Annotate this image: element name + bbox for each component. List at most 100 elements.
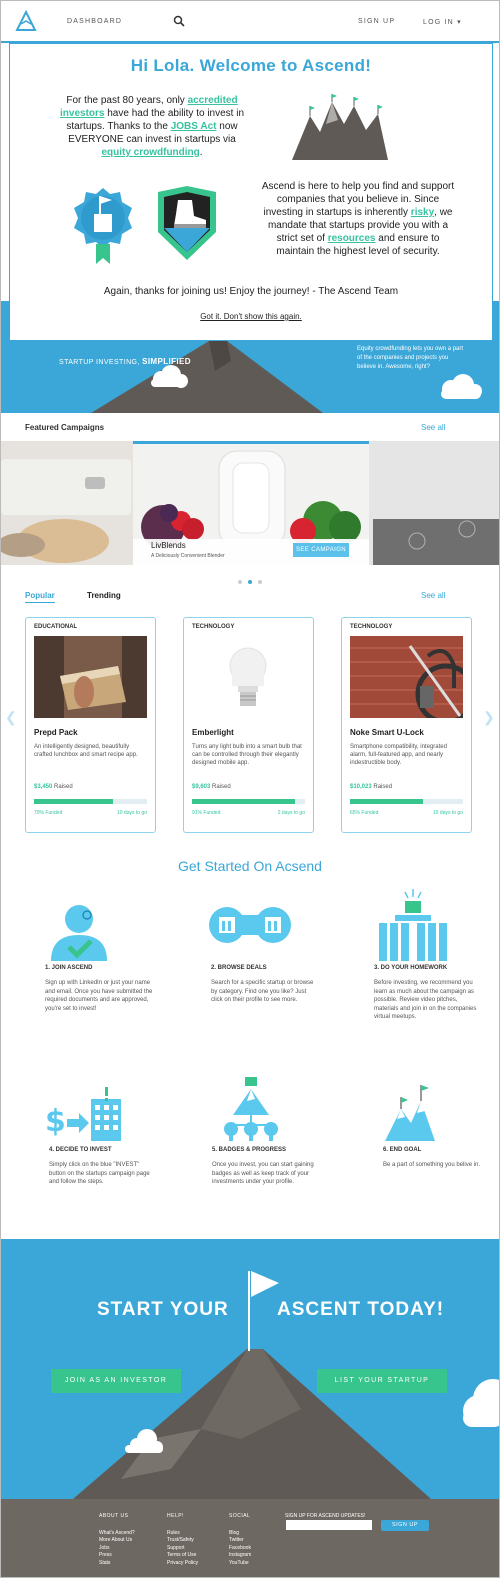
modal-mission-text: Ascend is here to help you find and supp… (261, 181, 455, 257)
card-image (34, 636, 147, 718)
dismiss-modal-link[interactable]: Got it. Don't show this again. (10, 312, 492, 321)
step-heading: 3. DO YOUR HOMEWORK (374, 965, 448, 971)
campaign-card[interactable]: TECHNOLOGY Emberlight Turns any light bu… (183, 617, 314, 833)
funding-progress-fill (34, 799, 114, 804)
hero-description: Equity crowdfunding lets you own a part … (357, 346, 464, 370)
footer-link[interactable]: Blog (229, 1530, 251, 1538)
svg-text:$: $ (45, 1104, 66, 1139)
search-icon[interactable] (173, 14, 185, 32)
books-icon (379, 889, 447, 961)
footer-link[interactable]: Trust/Safety (167, 1537, 198, 1545)
footer-link[interactable]: More About Us (99, 1537, 135, 1545)
welcome-modal: Hi Lola. Welcome to Ascend! For the past… (9, 43, 493, 341)
footer-link[interactable]: Support (167, 1545, 198, 1553)
user-check-icon (51, 905, 107, 961)
newsletter-sign-up-button[interactable]: SIGN UP (381, 1520, 429, 1531)
footer-link[interactable]: Twitter (229, 1537, 251, 1545)
risky-link[interactable]: risky (411, 207, 434, 218)
funding-progress-bar (350, 799, 463, 804)
cta-heading-left: START YOUR (97, 1299, 229, 1320)
footer-link[interactable]: Instagram (229, 1552, 251, 1560)
campaign-card[interactable]: TECHNOLOGY Noke Smart U-Lock Smartphone … (341, 617, 472, 833)
card-category: TECHNOLOGY (350, 624, 393, 630)
tab-popular[interactable]: Popular (25, 591, 55, 603)
see-campaign-button[interactable]: SEE CAMPAIGN (293, 543, 349, 557)
footer-heading: HELP! (167, 1513, 184, 1519)
equity-crowdfunding-link[interactable]: equity crowdfunding (101, 147, 199, 158)
days-left: 15 days to go (432, 810, 463, 816)
carousel-dot[interactable] (258, 580, 262, 584)
carousel-dot[interactable] (238, 580, 242, 584)
jobs-act-link[interactable]: JOBS Act (171, 121, 217, 132)
modal-title: Hi Lola. Welcome to Ascend! (130, 56, 372, 75)
newsletter-email-input[interactable] (286, 1520, 372, 1530)
step-decide: 4. DECIDE TO INVEST Simply click on the … (49, 1147, 157, 1187)
modal-thanks: Again, thanks for joining us! Enjoy the … (103, 286, 399, 297)
footer-heading: ABOUT US (99, 1513, 129, 1519)
slide-name: LivBlends (151, 541, 186, 550)
list-startup-button[interactable]: LIST YOUR STARTUP (317, 1369, 447, 1393)
slide-subtitle: A Deliciously Convenient Blender (151, 553, 225, 559)
log-in-dropdown[interactable]: LOG IN ▾ (423, 18, 462, 26)
campaign-card[interactable]: EDUCATIONAL Prepd Pack An intelligently … (25, 617, 156, 833)
dollar-building-icon: $ (45, 1087, 121, 1141)
footer-help: HELP! Rules Trust/Safety Support Terms o… (167, 1513, 198, 1567)
step-heading: 4. DECIDE TO INVEST (49, 1147, 112, 1153)
funding-progress-fill (350, 799, 424, 804)
footer: ABOUT US What's Ascend? More About Us Jo… (1, 1499, 499, 1577)
step-description: Once you invest, you can start gaining b… (212, 1162, 314, 1185)
funding-progress-bar (34, 799, 147, 804)
funding-progress-bar (192, 799, 305, 804)
flag-badge-icon (74, 188, 132, 264)
get-started-title: Get Started On Acsend (178, 858, 322, 874)
footer-link[interactable]: Terms of Use (167, 1552, 198, 1560)
step-goal: 6. END GOAL Be a part of something you b… (383, 1147, 491, 1170)
step-badges: 5. BADGES & PROGRESS Once you invest, yo… (212, 1147, 320, 1187)
funding-progress-fill (192, 799, 295, 804)
featured-carousel[interactable]: LivBlends A Deliciously Convenient Blend… (1, 441, 499, 565)
footer-link[interactable]: YouTube (229, 1560, 251, 1568)
card-title: Noke Smart U-Lock (350, 728, 424, 737)
footer-link[interactable]: Press (99, 1552, 135, 1560)
popular-see-all-link[interactable]: See all (421, 591, 445, 600)
mountain-range-icon (292, 94, 388, 160)
sign-up-link[interactable]: SIGN UP (358, 18, 395, 25)
funded-percent: 70% Funded (34, 810, 63, 816)
boot-shield-icon (158, 186, 216, 260)
carousel-dot-active[interactable] (248, 580, 252, 584)
carousel-dots (1, 571, 499, 589)
step-heading: 5. BADGES & PROGRESS (212, 1147, 287, 1153)
footer-link[interactable]: Stats (99, 1560, 135, 1568)
modal-intro-text: For the past 80 years, only accredited i… (60, 95, 244, 158)
featured-heading: Featured Campaigns (25, 423, 105, 432)
join-investor-button[interactable]: JOIN AS AN INVESTOR (51, 1369, 181, 1393)
footer-link[interactable]: What's Ascend? (99, 1530, 135, 1538)
resources-link[interactable]: resources (328, 233, 376, 244)
card-description: Smartphone compatibility, integrated ala… (350, 744, 447, 766)
card-title: Emberlight (192, 728, 234, 737)
log-in-label: LOG IN (423, 19, 454, 26)
card-category: EDUCATIONAL (34, 624, 78, 630)
caret-down-icon: ▾ (457, 19, 462, 26)
footer-link[interactable]: Rules (167, 1530, 198, 1538)
step-description: Be a part of something you belive in. (383, 1162, 481, 1168)
card-image (350, 636, 463, 718)
card-raised: $10,023 Raised (350, 784, 393, 790)
card-raised: $3,450 Raised (34, 784, 73, 790)
footer-link[interactable]: Jobs (99, 1545, 135, 1553)
chevron-right-icon[interactable]: ❯ (483, 709, 495, 726)
footer-link[interactable]: Privacy Policy (167, 1560, 198, 1568)
card-image (192, 636, 305, 718)
footer-link[interactable]: Facebook (229, 1545, 251, 1553)
ascend-logo-icon[interactable] (15, 9, 37, 37)
days-left: 10 days to go (116, 810, 147, 816)
tab-trending[interactable]: Trending (87, 591, 121, 600)
featured-see-all-link[interactable]: See all (421, 423, 445, 432)
step-description: Before investing, we recommend you learn… (374, 980, 477, 1020)
funded-percent: 65% Funded (350, 810, 379, 816)
chevron-left-icon[interactable]: ❮ (5, 709, 17, 726)
card-raised: $9,603 Raised (192, 784, 231, 790)
step-description: Simply click on the blue "INVEST" button… (49, 1162, 150, 1185)
card-title: Prepd Pack (34, 728, 78, 737)
nav-dashboard[interactable]: DASHBOARD (67, 18, 122, 25)
